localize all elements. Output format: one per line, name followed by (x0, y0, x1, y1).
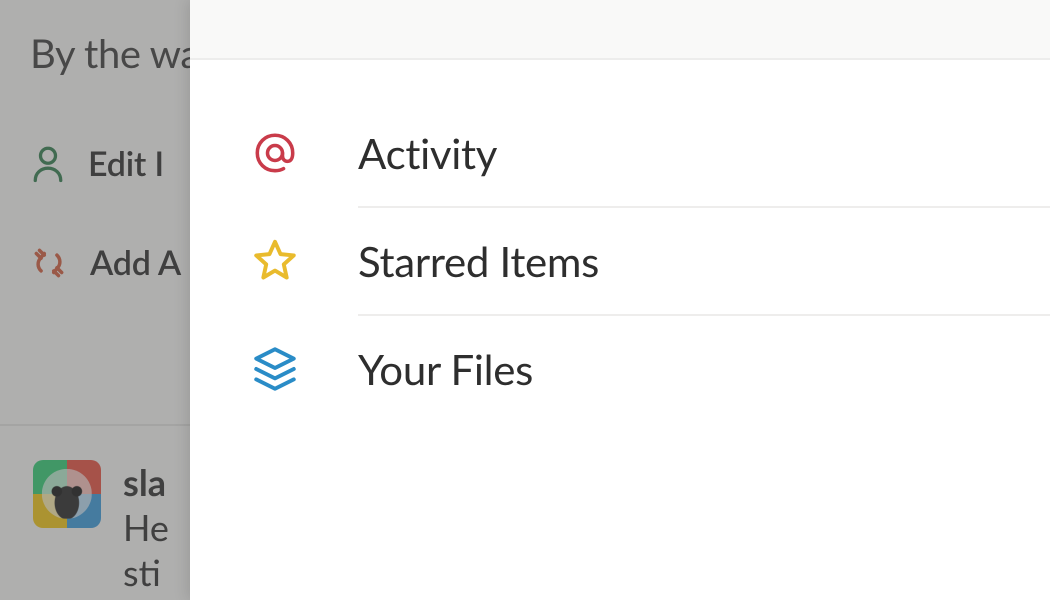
side-panel: Activity Starred Items Your Files (190, 0, 1050, 600)
menu-label-your-files: Your Files (358, 344, 533, 394)
layers-icon (248, 342, 302, 396)
menu-item-your-files[interactable]: Your Files (190, 316, 1050, 422)
star-icon (248, 234, 302, 288)
at-icon (248, 126, 302, 180)
menu-label-starred: Starred Items (358, 236, 599, 286)
menu-label-activity: Activity (358, 128, 497, 178)
panel-menu: Activity Starred Items Your Files (190, 60, 1050, 422)
panel-header (190, 0, 1050, 60)
modal-scrim[interactable] (0, 0, 190, 600)
menu-item-activity[interactable]: Activity (190, 100, 1050, 206)
menu-item-starred[interactable]: Starred Items (190, 208, 1050, 314)
